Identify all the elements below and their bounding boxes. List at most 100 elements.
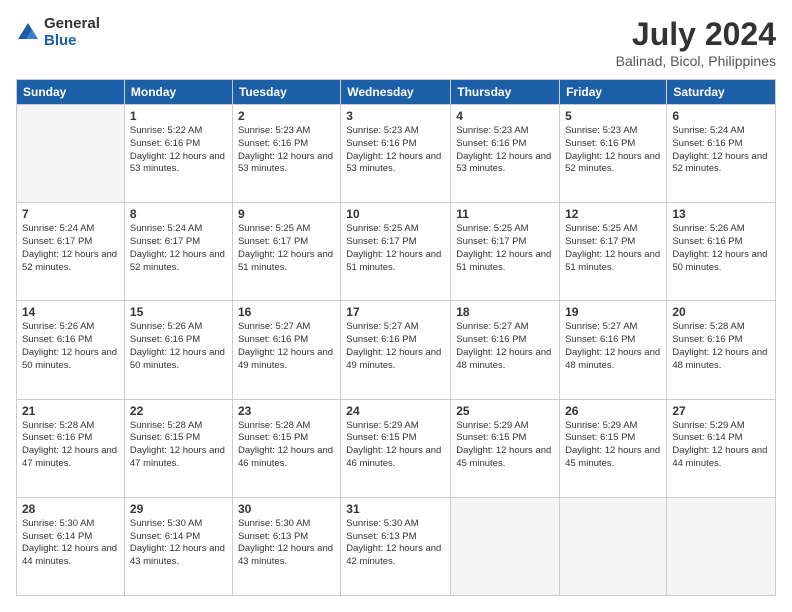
day-info: Sunrise: 5:30 AM Sunset: 6:14 PM Dayligh… <box>130 518 227 569</box>
logo-text: General Blue <box>44 16 100 49</box>
day-info: Sunrise: 5:24 AM Sunset: 6:16 PM Dayligh… <box>672 125 770 176</box>
day-cell: 9 Sunrise: 5:25 AM Sunset: 6:17 PM Daylig… <box>232 203 340 301</box>
week-row-5: 28Sunrise: 5:30 AM Sunset: 6:14 PM Dayli… <box>17 497 776 595</box>
day-cell: 14 Sunrise: 5:26 AM Sunset: 6:16 PM Dayli… <box>17 301 125 399</box>
day-cell: 4 Sunrise: 5:23 AM Sunset: 6:16 PM Daylig… <box>451 105 560 203</box>
month-year: July 2024 <box>616 16 776 53</box>
day-cell: 25 Sunrise: 5:29 AM Sunset: 6:15 PM Dayli… <box>451 399 560 497</box>
day-header-monday: Monday <box>124 80 232 105</box>
day-number: 22 <box>130 404 227 418</box>
day-cell <box>667 497 776 595</box>
day-info: Sunrise: 5:25 AM Sunset: 6:17 PM Dayligh… <box>565 223 661 274</box>
day-number: 9 <box>238 207 335 221</box>
day-info: Sunrise: 5:28 AM Sunset: 6:16 PM Dayligh… <box>22 420 119 471</box>
day-cell: 27 Sunrise: 5:29 AM Sunset: 6:14 PM Dayli… <box>667 399 776 497</box>
day-cell: 6 Sunrise: 5:24 AM Sunset: 6:16 PM Daylig… <box>667 105 776 203</box>
day-cell: 18 Sunrise: 5:27 AM Sunset: 6:16 PM Dayli… <box>451 301 560 399</box>
day-number: 31 <box>346 502 445 516</box>
day-number: 23 <box>238 404 335 418</box>
day-info: Sunrise: 5:27 AM Sunset: 6:16 PM Dayligh… <box>238 321 335 372</box>
day-number: 30 <box>238 502 335 516</box>
day-cell: 10Sunrise: 5:25 AM Sunset: 6:17 PM Dayli… <box>341 203 451 301</box>
day-header-tuesday: Tuesday <box>232 80 340 105</box>
day-info: Sunrise: 5:28 AM Sunset: 6:16 PM Dayligh… <box>672 321 770 372</box>
day-info: Sunrise: 5:28 AM Sunset: 6:15 PM Dayligh… <box>130 420 227 471</box>
day-info: Sunrise: 5:27 AM Sunset: 6:16 PM Dayligh… <box>456 321 554 372</box>
day-info: Sunrise: 5:22 AM Sunset: 6:16 PM Dayligh… <box>130 125 227 176</box>
day-cell: 20 Sunrise: 5:28 AM Sunset: 6:16 PM Dayli… <box>667 301 776 399</box>
day-info: Sunrise: 5:30 AM Sunset: 6:14 PM Dayligh… <box>22 518 119 569</box>
week-row-1: 1 Sunrise: 5:22 AM Sunset: 6:16 PM Daylig… <box>17 105 776 203</box>
day-number: 27 <box>672 404 770 418</box>
day-number: 29 <box>130 502 227 516</box>
day-cell: 3 Sunrise: 5:23 AM Sunset: 6:16 PM Daylig… <box>341 105 451 203</box>
day-number: 3 <box>346 109 445 123</box>
location: Balinad, Bicol, Philippines <box>616 53 776 69</box>
day-info: Sunrise: 5:25 AM Sunset: 6:17 PM Dayligh… <box>456 223 554 274</box>
week-row-2: 7Sunrise: 5:24 AM Sunset: 6:17 PM Daylig… <box>17 203 776 301</box>
day-number: 24 <box>346 404 445 418</box>
day-header-sunday: Sunday <box>17 80 125 105</box>
day-number: 18 <box>456 305 554 319</box>
day-cell: 7Sunrise: 5:24 AM Sunset: 6:17 PM Daylig… <box>17 203 125 301</box>
day-cell: 15 Sunrise: 5:26 AM Sunset: 6:16 PM Dayli… <box>124 301 232 399</box>
day-number: 12 <box>565 207 661 221</box>
day-number: 1 <box>130 109 227 123</box>
calendar-header-row: SundayMondayTuesdayWednesdayThursdayFrid… <box>17 80 776 105</box>
logo-general: General <box>44 16 100 33</box>
day-cell: 8Sunrise: 5:24 AM Sunset: 6:17 PM Daylig… <box>124 203 232 301</box>
day-info: Sunrise: 5:29 AM Sunset: 6:15 PM Dayligh… <box>565 420 661 471</box>
day-cell: 29 Sunrise: 5:30 AM Sunset: 6:14 PM Dayli… <box>124 497 232 595</box>
day-cell: 17Sunrise: 5:27 AM Sunset: 6:16 PM Dayli… <box>341 301 451 399</box>
day-number: 14 <box>22 305 119 319</box>
day-info: Sunrise: 5:30 AM Sunset: 6:13 PM Dayligh… <box>238 518 335 569</box>
day-number: 8 <box>130 207 227 221</box>
logo-blue: Blue <box>44 33 100 50</box>
day-info: Sunrise: 5:23 AM Sunset: 6:16 PM Dayligh… <box>346 125 445 176</box>
header: General Blue July 2024 Balinad, Bicol, P… <box>16 16 776 69</box>
logo-icon <box>16 21 40 45</box>
day-number: 6 <box>672 109 770 123</box>
day-info: Sunrise: 5:26 AM Sunset: 6:16 PM Dayligh… <box>672 223 770 274</box>
day-header-thursday: Thursday <box>451 80 560 105</box>
day-cell: 24 Sunrise: 5:29 AM Sunset: 6:15 PM Dayli… <box>341 399 451 497</box>
day-cell: 21 Sunrise: 5:28 AM Sunset: 6:16 PM Dayli… <box>17 399 125 497</box>
day-cell: 13 Sunrise: 5:26 AM Sunset: 6:16 PM Dayli… <box>667 203 776 301</box>
day-info: Sunrise: 5:25 AM Sunset: 6:17 PM Dayligh… <box>346 223 445 274</box>
day-info: Sunrise: 5:26 AM Sunset: 6:16 PM Dayligh… <box>22 321 119 372</box>
day-cell: 23Sunrise: 5:28 AM Sunset: 6:15 PM Dayli… <box>232 399 340 497</box>
day-number: 7 <box>22 207 119 221</box>
day-info: Sunrise: 5:30 AM Sunset: 6:13 PM Dayligh… <box>346 518 445 569</box>
week-row-4: 21 Sunrise: 5:28 AM Sunset: 6:16 PM Dayli… <box>17 399 776 497</box>
day-info: Sunrise: 5:29 AM Sunset: 6:15 PM Dayligh… <box>456 420 554 471</box>
logo: General Blue <box>16 16 100 49</box>
day-info: Sunrise: 5:27 AM Sunset: 6:16 PM Dayligh… <box>565 321 661 372</box>
day-number: 21 <box>22 404 119 418</box>
day-number: 13 <box>672 207 770 221</box>
day-info: Sunrise: 5:26 AM Sunset: 6:16 PM Dayligh… <box>130 321 227 372</box>
calendar: SundayMondayTuesdayWednesdayThursdayFrid… <box>16 79 776 596</box>
day-number: 5 <box>565 109 661 123</box>
title-block: July 2024 Balinad, Bicol, Philippines <box>616 16 776 69</box>
day-cell: 22 Sunrise: 5:28 AM Sunset: 6:15 PM Dayli… <box>124 399 232 497</box>
day-info: Sunrise: 5:29 AM Sunset: 6:15 PM Dayligh… <box>346 420 445 471</box>
day-cell: 12 Sunrise: 5:25 AM Sunset: 6:17 PM Dayli… <box>560 203 667 301</box>
day-cell: 31 Sunrise: 5:30 AM Sunset: 6:13 PM Dayli… <box>341 497 451 595</box>
day-info: Sunrise: 5:29 AM Sunset: 6:14 PM Dayligh… <box>672 420 770 471</box>
day-number: 17 <box>346 305 445 319</box>
day-cell: 30 Sunrise: 5:30 AM Sunset: 6:13 PM Dayli… <box>232 497 340 595</box>
day-info: Sunrise: 5:25 AM Sunset: 6:17 PM Dayligh… <box>238 223 335 274</box>
day-number: 25 <box>456 404 554 418</box>
day-number: 15 <box>130 305 227 319</box>
day-number: 4 <box>456 109 554 123</box>
page: General Blue July 2024 Balinad, Bicol, P… <box>0 0 792 612</box>
day-cell: 11Sunrise: 5:25 AM Sunset: 6:17 PM Dayli… <box>451 203 560 301</box>
day-number: 16 <box>238 305 335 319</box>
day-cell: 16 Sunrise: 5:27 AM Sunset: 6:16 PM Dayli… <box>232 301 340 399</box>
day-number: 20 <box>672 305 770 319</box>
day-header-saturday: Saturday <box>667 80 776 105</box>
day-cell: 28Sunrise: 5:30 AM Sunset: 6:14 PM Dayli… <box>17 497 125 595</box>
day-info: Sunrise: 5:23 AM Sunset: 6:16 PM Dayligh… <box>238 125 335 176</box>
day-info: Sunrise: 5:23 AM Sunset: 6:16 PM Dayligh… <box>456 125 554 176</box>
day-cell <box>451 497 560 595</box>
